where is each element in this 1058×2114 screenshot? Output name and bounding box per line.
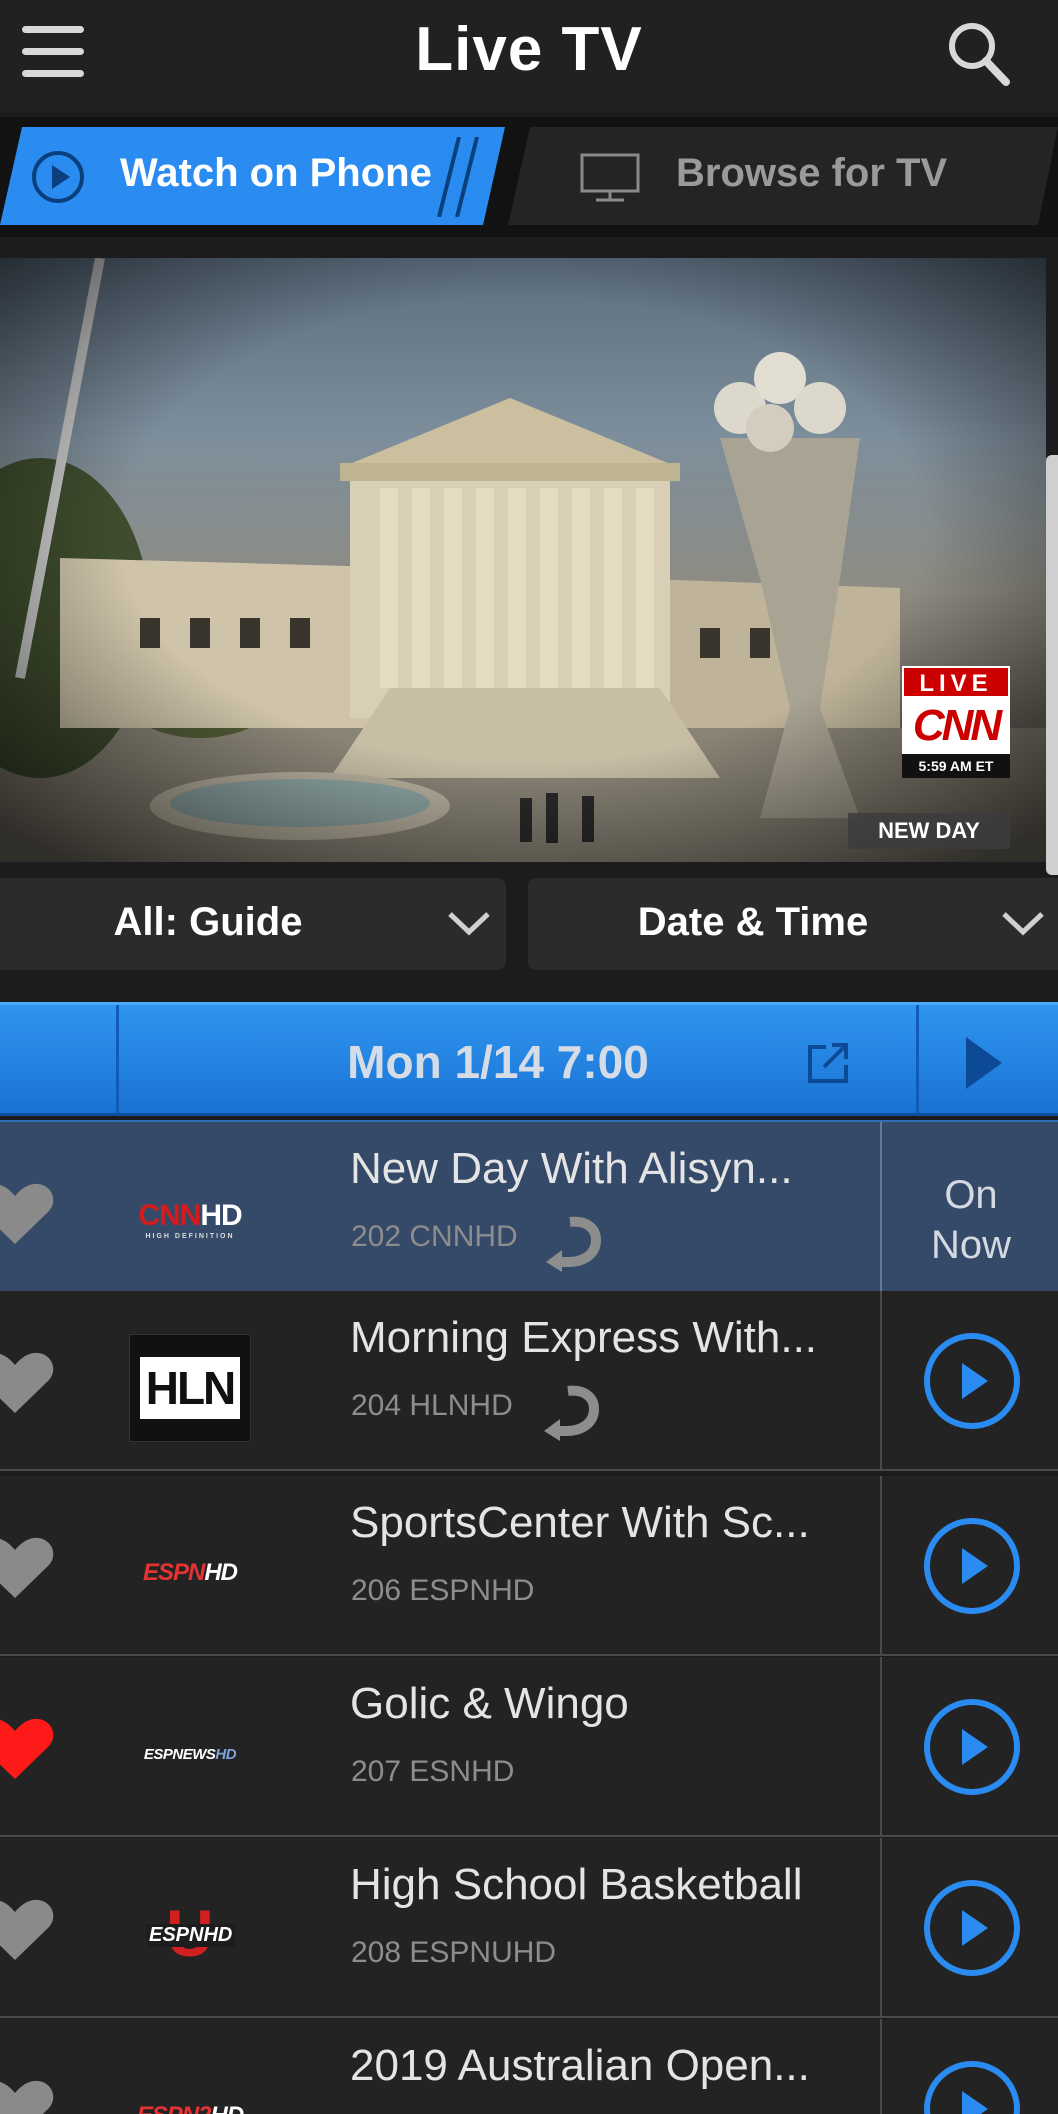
guide-time-bar: Mon 1/14 7:00: [0, 1002, 1058, 1116]
channel-logo: HLN: [128, 1333, 252, 1443]
channel-number: 206 ESPNHD: [351, 1574, 535, 1607]
external-link-icon[interactable]: [806, 1041, 852, 1085]
row-divider: [880, 1838, 882, 2016]
channel-row[interactable]: UESPNHD High School Basketball 208 ESPNUHD: [0, 1838, 1058, 2018]
play-circle-icon: [32, 151, 84, 203]
show-name-badge: NEW DAY: [848, 813, 1010, 849]
favorite-heart-icon[interactable]: [0, 1898, 56, 1962]
play-button-icon[interactable]: [922, 2059, 1022, 2114]
guide-filter-label: All: Guide: [113, 900, 303, 944]
channel-number: 208 ESPNUHD: [351, 1936, 557, 1969]
live-label: LIVE: [902, 666, 1010, 698]
channel-number: 204 HLNHD: [351, 1389, 513, 1422]
channel-row[interactable]: ESPNEWSHD Golic & Wingo 207 ESNHD: [0, 1657, 1058, 1837]
channel-row[interactable]: CNNHD HIGH DEFINITION New Day With Alisyn.…: [0, 1120, 1058, 1300]
channel-row[interactable]: HLN Morning Express With... 204 HLNHD: [0, 1291, 1058, 1471]
favorite-heart-icon[interactable]: [0, 1536, 56, 1600]
search-icon[interactable]: [940, 16, 1020, 96]
favorite-heart-icon[interactable]: [0, 1717, 56, 1781]
row-divider: [880, 1657, 882, 1835]
tab-stripes-decoration: [437, 137, 479, 217]
network-logo: CNN: [902, 698, 1010, 754]
on-now-label: On Now: [930, 1173, 1012, 1267]
mode-tabs: Watch on Phone Browse for TV: [0, 117, 1058, 237]
program-title: Golic & Wingo: [350, 1679, 629, 1728]
channel-number: 207 ESNHD: [351, 1755, 515, 1788]
favorite-heart-icon[interactable]: [0, 2079, 56, 2114]
guide-time-label[interactable]: Mon 1/14 7:00: [120, 1035, 916, 1089]
tab-watch-on-phone[interactable]: Watch on Phone: [0, 127, 505, 225]
program-title: 2019 Australian Open...: [350, 2041, 810, 2090]
espn-hd-logo: ESPNHD: [142, 1559, 238, 1586]
channel-logo: UESPNHD: [128, 1880, 252, 1990]
espn2-hd-logo: ESPN2HD: [137, 2102, 244, 2114]
live-channel-badge: LIVE CNN 5:59 AM ET: [902, 666, 1010, 778]
restart-icon[interactable]: [546, 1214, 602, 1272]
channel-logo: ESPNHD: [128, 1518, 252, 1628]
program-title: New Day With Alisyn...: [350, 1144, 793, 1193]
program-title: High School Basketball: [350, 1860, 803, 1909]
tab-watch-on-phone-label: Watch on Phone: [120, 151, 432, 195]
espnu-hd-logo: UESPNHD: [140, 1900, 240, 1970]
tab-browse-for-tv-label: Browse for TV: [676, 151, 948, 195]
row-divider: [880, 1476, 882, 1654]
channel-logo: CNNHD HIGH DEFINITION: [128, 1164, 252, 1274]
page-title: Live TV: [415, 15, 643, 84]
cnn-hd-logo: CNNHD HIGH DEFINITION: [138, 1198, 242, 1240]
app-header: Live TV: [0, 0, 1058, 112]
espnews-hd-logo: ESPNEWSHD: [143, 1745, 237, 1763]
play-button-icon[interactable]: [922, 1878, 1022, 1978]
time-bar-divider: [916, 1005, 919, 1113]
channel-row[interactable]: ESPN2HD 2019 Australian Open...: [0, 2019, 1058, 2114]
chevron-down-icon: [448, 912, 490, 936]
date-time-dropdown[interactable]: Date & Time: [528, 878, 1058, 970]
time-bar-divider: [116, 1005, 119, 1113]
channel-number: 202 CNNHD: [351, 1220, 518, 1253]
play-button-icon[interactable]: [922, 1697, 1022, 1797]
row-divider: [880, 2019, 882, 2114]
broadcast-time: 5:59 AM ET: [902, 754, 1010, 778]
channel-logo: ESPNEWSHD: [128, 1699, 252, 1809]
chevron-down-icon: [1002, 912, 1044, 936]
video-frame-image: [0, 258, 1046, 862]
restart-icon[interactable]: [544, 1383, 600, 1441]
channel-logo: ESPN2HD: [128, 2061, 252, 2114]
row-divider: [880, 1291, 882, 1469]
hln-logo: HLN: [129, 1334, 251, 1442]
program-title: Morning Express With...: [350, 1313, 818, 1362]
play-button-icon[interactable]: [922, 1516, 1022, 1616]
next-time-arrow-icon[interactable]: [964, 1035, 1004, 1091]
scrollbar[interactable]: [1046, 455, 1058, 875]
date-time-label: Date & Time: [637, 900, 869, 944]
video-player[interactable]: LIVE CNN 5:59 AM ET NEW DAY: [0, 258, 1046, 862]
tv-icon: [580, 153, 640, 202]
row-divider: [880, 1122, 882, 1298]
guide-filter-dropdown[interactable]: All: Guide: [0, 878, 506, 970]
program-title: SportsCenter With Sc...: [350, 1498, 810, 1547]
favorite-heart-icon[interactable]: [0, 1351, 56, 1415]
channel-row[interactable]: ESPNHD SportsCenter With Sc... 206 ESPNHD: [0, 1476, 1058, 1656]
tab-browse-for-tv[interactable]: Browse for TV: [508, 127, 1058, 225]
favorite-heart-icon[interactable]: [0, 1182, 56, 1246]
play-button-icon[interactable]: [922, 1331, 1022, 1431]
